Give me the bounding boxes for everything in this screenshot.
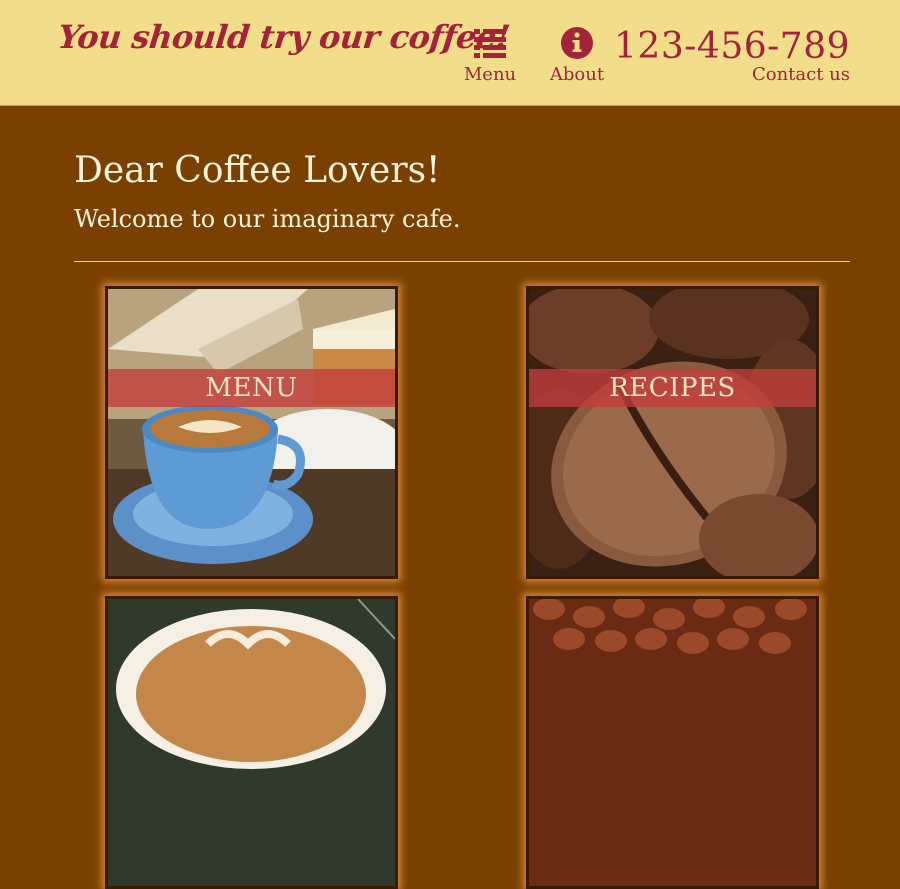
- list-icon: [474, 29, 506, 58]
- latte-and-cake-photo: [108, 289, 395, 576]
- nav-about-label: About: [549, 64, 605, 85]
- beans-tile[interactable]: [526, 596, 819, 889]
- nav-about[interactable]: About: [546, 26, 608, 85]
- roasted-beans-photo: [529, 599, 816, 886]
- info-circle-icon: [561, 27, 593, 59]
- latte-art-tile[interactable]: [105, 596, 398, 889]
- beans-tile-label: [529, 679, 816, 717]
- menu-tile-label: MENU: [205, 373, 298, 403]
- latte-art-photo: [108, 599, 395, 886]
- nav-menu[interactable]: Menu: [462, 26, 518, 85]
- page-title: Dear Coffee Lovers!: [74, 150, 441, 191]
- site-header: You should try our coffee! Menu About 12…: [0, 0, 900, 106]
- recipes-tile[interactable]: RECIPES: [526, 286, 819, 579]
- menu-tile[interactable]: MENU: [105, 286, 398, 579]
- divider: [74, 261, 850, 262]
- recipes-tile-label: RECIPES: [609, 373, 736, 403]
- nav-menu-label: Menu: [463, 64, 517, 85]
- latte-art-tile-label: [108, 679, 395, 717]
- phone-number: 123-456-789: [614, 26, 850, 67]
- site-tagline: You should try our coffee!: [56, 18, 512, 56]
- coffee-beans-photo: [529, 289, 816, 576]
- contact-us-link[interactable]: Contact us: [752, 64, 850, 85]
- welcome-text: Welcome to our imaginary cafe.: [74, 205, 461, 233]
